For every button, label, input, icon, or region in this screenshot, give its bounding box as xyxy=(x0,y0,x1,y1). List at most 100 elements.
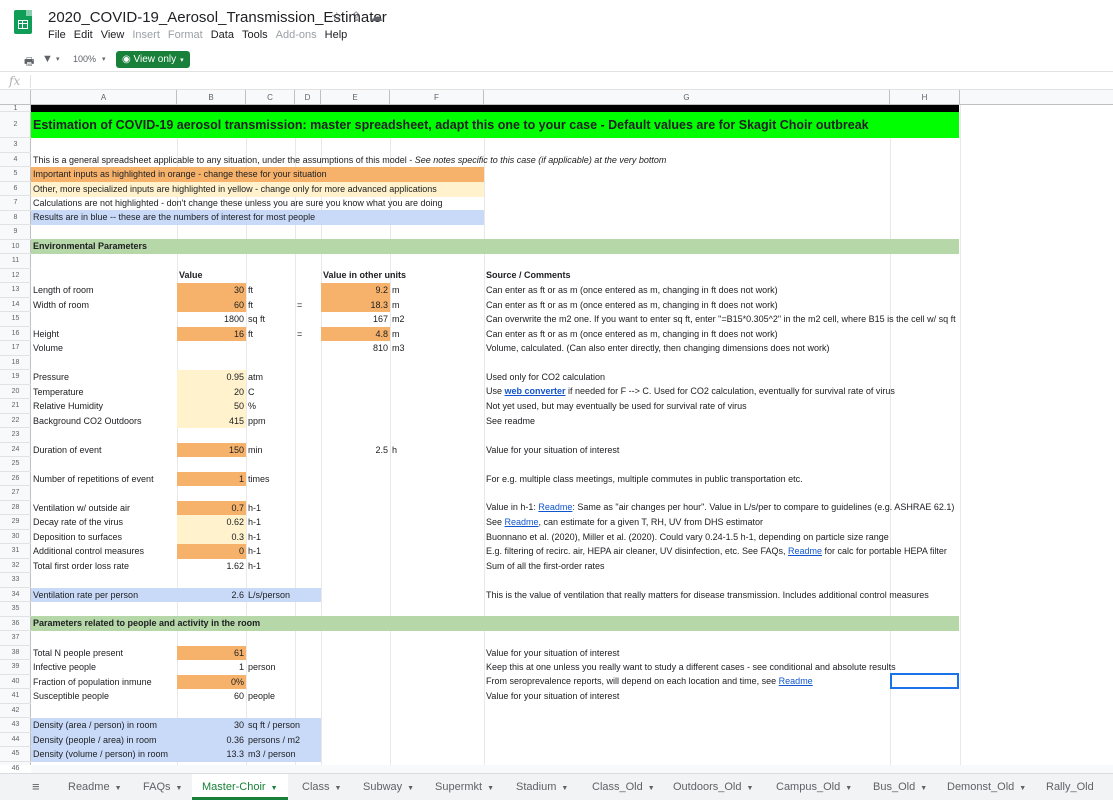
column-header-e[interactable]: E xyxy=(321,90,390,105)
formula-bar[interactable]: fx xyxy=(0,73,1113,90)
tab-dropdown-icon[interactable]: ▼ xyxy=(1019,785,1026,792)
tab-dropdown-icon[interactable]: ▼ xyxy=(648,785,655,792)
column-header-d[interactable]: D xyxy=(295,90,321,105)
tab-dropdown-icon[interactable]: ▼ xyxy=(845,785,852,792)
row-header[interactable]: 24 xyxy=(0,443,31,457)
horizontal-scrollbar[interactable] xyxy=(31,765,1113,773)
column-header-b[interactable]: B xyxy=(177,90,246,105)
sheet-tab-classold[interactable]: Class_Old ▼ xyxy=(582,774,665,800)
column-header-g[interactable]: G xyxy=(484,90,890,105)
column-header-h[interactable]: H xyxy=(890,90,960,105)
tab-dropdown-icon[interactable]: ▼ xyxy=(176,785,183,792)
column-header-f[interactable]: F xyxy=(390,90,484,105)
select-all-corner[interactable] xyxy=(0,90,31,105)
sheet-tab-masterchoir[interactable]: Master-Choir ▼ xyxy=(192,774,288,800)
tab-dropdown-icon[interactable]: ▼ xyxy=(407,785,414,792)
row-header[interactable]: 7 xyxy=(0,196,31,211)
row-header[interactable]: 18 xyxy=(0,356,31,370)
menu-addons[interactable]: Add-ons xyxy=(276,29,317,41)
row-header[interactable]: 33 xyxy=(0,573,31,588)
row-header[interactable]: 3 xyxy=(0,138,31,153)
menu-view[interactable]: View xyxy=(101,29,125,41)
sheet-grid[interactable]: Estimation of COVID-19 aerosol transmiss… xyxy=(31,105,1113,765)
tab-dropdown-icon[interactable]: ▼ xyxy=(920,785,927,792)
row-header[interactable]: 27 xyxy=(0,486,31,501)
row-header[interactable]: 23 xyxy=(0,428,31,443)
row-header[interactable]: 13 xyxy=(0,283,31,298)
tab-dropdown-icon[interactable]: ▼ xyxy=(487,785,494,792)
menu-insert[interactable]: Insert xyxy=(132,29,160,41)
row-header[interactable]: 42 xyxy=(0,704,31,718)
row-header[interactable]: 44 xyxy=(0,733,31,747)
menu-file[interactable]: File xyxy=(48,29,66,41)
row-header[interactable]: 5 xyxy=(0,167,31,182)
sheet-tab-outdoorsold[interactable]: Outdoors_Old ▼ xyxy=(663,774,763,800)
row-header[interactable]: 12 xyxy=(0,269,31,283)
row-header[interactable]: 9 xyxy=(0,225,31,240)
row-header[interactable]: 36 xyxy=(0,617,31,631)
row-header[interactable]: 40 xyxy=(0,675,31,689)
sheet-tab-class[interactable]: Class ▼ xyxy=(292,774,351,800)
row-header[interactable]: 1 xyxy=(0,105,31,112)
row-header[interactable]: 30 xyxy=(0,530,31,544)
sheet-tab-demonstold[interactable]: Demonst_Old ▼ xyxy=(937,774,1036,800)
filter-icon[interactable]: ▼ xyxy=(42,53,53,65)
sheet-tab-faqs[interactable]: FAQs ▼ xyxy=(133,774,192,800)
row-header[interactable]: 14 xyxy=(0,298,31,312)
row-header[interactable]: 17 xyxy=(0,341,31,356)
menu-format[interactable]: Format xyxy=(168,29,203,41)
menu-edit[interactable]: Edit xyxy=(74,29,93,41)
row-header[interactable]: 15 xyxy=(0,312,31,327)
readme-link[interactable]: Readme xyxy=(779,676,813,686)
sheet-tab-supermkt[interactable]: Supermkt ▼ xyxy=(425,774,504,800)
selected-cell[interactable] xyxy=(890,673,959,689)
column-header-a[interactable]: A xyxy=(31,90,177,105)
tab-dropdown-icon[interactable]: ▼ xyxy=(335,785,342,792)
row-header[interactable]: 43 xyxy=(0,718,31,733)
row-header[interactable]: 35 xyxy=(0,602,31,617)
column-header-c[interactable]: C xyxy=(246,90,295,105)
menu-help[interactable]: Help xyxy=(325,29,348,41)
readme-link[interactable]: Readme xyxy=(538,502,572,512)
sheets-logo-icon[interactable] xyxy=(14,10,32,34)
row-header[interactable]: 25 xyxy=(0,457,31,472)
row-header[interactable]: 4 xyxy=(0,153,31,167)
row-header[interactable]: 8 xyxy=(0,211,31,225)
sheet-tab-busold[interactable]: Bus_Old ▼ xyxy=(863,774,937,800)
tab-dropdown-icon[interactable]: ▼ xyxy=(746,785,753,792)
sheet-tab-rallyold[interactable]: Rally_Old xyxy=(1036,774,1104,800)
web-converter-link[interactable]: web converter xyxy=(505,386,566,396)
view-only-button[interactable]: ◉ View only ▾ xyxy=(116,51,190,68)
row-header[interactable]: 2 xyxy=(0,112,31,138)
sheet-tab-campusold[interactable]: Campus_Old ▼ xyxy=(766,774,862,800)
move-icon[interactable]: ⇪ xyxy=(351,9,362,25)
menu-tools[interactable]: Tools xyxy=(242,29,268,41)
row-header[interactable]: 45 xyxy=(0,747,31,762)
sheet-tab-readme[interactable]: Readme ▼ xyxy=(58,774,132,800)
row-header[interactable]: 37 xyxy=(0,631,31,646)
all-sheets-menu-icon[interactable]: ≡ xyxy=(32,774,40,800)
row-header[interactable]: 29 xyxy=(0,515,31,530)
row-header[interactable]: 22 xyxy=(0,414,31,428)
row-header[interactable]: 20 xyxy=(0,385,31,399)
row-header[interactable]: 6 xyxy=(0,182,31,196)
row-header[interactable]: 11 xyxy=(0,254,31,269)
zoom-select[interactable]: 100% xyxy=(73,54,96,64)
row-header[interactable]: 38 xyxy=(0,646,31,660)
readme-link[interactable]: Readme xyxy=(788,546,822,556)
sheet-tab-stadium[interactable]: Stadium ▼ xyxy=(506,774,578,800)
row-header[interactable]: 26 xyxy=(0,472,31,486)
row-header[interactable]: 31 xyxy=(0,544,31,559)
row-header[interactable]: 28 xyxy=(0,501,31,515)
zoom-dropdown-icon[interactable]: ▾ xyxy=(102,55,106,63)
row-header[interactable]: 34 xyxy=(0,588,31,602)
print-icon[interactable]: 🖶 xyxy=(24,53,34,72)
sheet-tab-subway[interactable]: Subway ▼ xyxy=(353,774,424,800)
menu-data[interactable]: Data xyxy=(211,29,234,41)
row-header[interactable]: 21 xyxy=(0,399,31,414)
row-header[interactable]: 39 xyxy=(0,660,31,675)
row-header[interactable]: 10 xyxy=(0,240,31,254)
filter-dropdown-icon[interactable]: ▾ xyxy=(56,55,60,63)
tab-dropdown-icon[interactable]: ▼ xyxy=(561,785,568,792)
row-header[interactable]: 16 xyxy=(0,327,31,341)
